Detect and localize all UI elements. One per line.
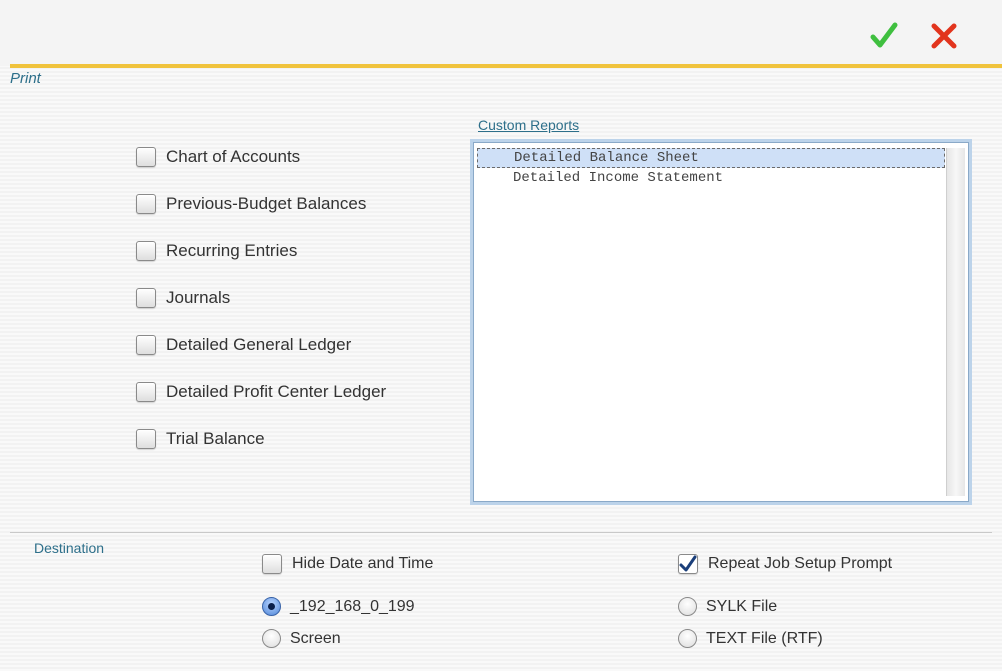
- checkbox-box-checked[interactable]: [678, 554, 698, 574]
- radio-label: TEXT File (RTF): [706, 629, 823, 647]
- section-divider: [10, 532, 992, 533]
- checkbox-journals[interactable]: Journals: [136, 285, 230, 311]
- checkmark-icon: [870, 22, 898, 48]
- checkbox-recurring-entries[interactable]: Recurring Entries: [136, 238, 297, 264]
- cancel-button[interactable]: [926, 18, 962, 54]
- checkbox-previous-budget-balances[interactable]: Previous-Budget Balances: [136, 191, 366, 217]
- checkbox-repeat-job-setup[interactable]: Repeat Job Setup Prompt: [678, 554, 892, 574]
- checkbox-label: Journals: [166, 288, 231, 307]
- close-x-icon: [931, 23, 957, 49]
- checkbox-detailed-profit-center-ledger[interactable]: Detailed Profit Center Ledger: [136, 379, 386, 405]
- checkbox-trial-balance[interactable]: Trial Balance: [136, 426, 265, 452]
- radio-button[interactable]: [678, 629, 697, 648]
- radio-label: Screen: [290, 629, 341, 647]
- radio-button-selected[interactable]: [262, 597, 281, 616]
- radio-label: SYLK File: [706, 597, 778, 615]
- ok-button[interactable]: [866, 18, 902, 54]
- checkbox-hide-date-time[interactable]: Hide Date and Time: [262, 554, 433, 574]
- checkbox-box[interactable]: [136, 241, 156, 261]
- listbox-scrollbar[interactable]: [946, 148, 965, 496]
- header-divider: [10, 64, 1002, 68]
- checkbox-box[interactable]: [136, 382, 156, 402]
- radio-text-file-rtf[interactable]: TEXT File (RTF): [678, 629, 823, 648]
- checkbox-detailed-general-ledger[interactable]: Detailed General Ledger: [136, 332, 351, 358]
- checkbox-box[interactable]: [136, 147, 156, 167]
- radio-screen[interactable]: Screen: [262, 629, 341, 648]
- checkbox-label: Chart of Accounts: [166, 147, 301, 166]
- destination-label: Destination: [34, 540, 105, 556]
- list-item-detailed-balance-sheet[interactable]: Detailed Balance Sheet: [477, 148, 945, 168]
- custom-reports-label[interactable]: Custom Reports: [478, 117, 579, 133]
- checkbox-box[interactable]: [136, 429, 156, 449]
- checkbox-label: Trial Balance: [166, 429, 265, 448]
- radio-network-printer[interactable]: _192_168_0_199: [262, 597, 415, 616]
- radio-sylk-file[interactable]: SYLK File: [678, 597, 777, 616]
- checkbox-label: Recurring Entries: [166, 241, 298, 260]
- print-section-title: Print: [10, 70, 41, 87]
- radio-label: _192_168_0_199: [290, 597, 415, 615]
- checkbox-chart-of-accounts[interactable]: Chart of Accounts: [136, 144, 300, 170]
- checkbox-label: Previous-Budget Balances: [166, 194, 367, 213]
- checkbox-label: Detailed General Ledger: [166, 335, 352, 354]
- toolbar: [0, 0, 1002, 66]
- checkmark-icon: [679, 555, 697, 572]
- checkbox-label: Hide Date and Time: [292, 555, 434, 572]
- checkbox-label: Detailed Profit Center Ledger: [166, 382, 387, 401]
- radio-button[interactable]: [262, 629, 281, 648]
- custom-reports-listbox[interactable]: Detailed Balance Sheet Detailed Income S…: [470, 139, 972, 505]
- custom-reports-items: Detailed Balance Sheet Detailed Income S…: [477, 148, 945, 188]
- checkbox-box[interactable]: [136, 194, 156, 214]
- checkbox-box[interactable]: [262, 554, 282, 574]
- checkbox-label: Repeat Job Setup Prompt: [708, 555, 893, 572]
- checkbox-box[interactable]: [136, 335, 156, 355]
- checkbox-box[interactable]: [136, 288, 156, 308]
- radio-button[interactable]: [678, 597, 697, 616]
- list-item-detailed-income-statement[interactable]: Detailed Income Statement: [477, 168, 945, 188]
